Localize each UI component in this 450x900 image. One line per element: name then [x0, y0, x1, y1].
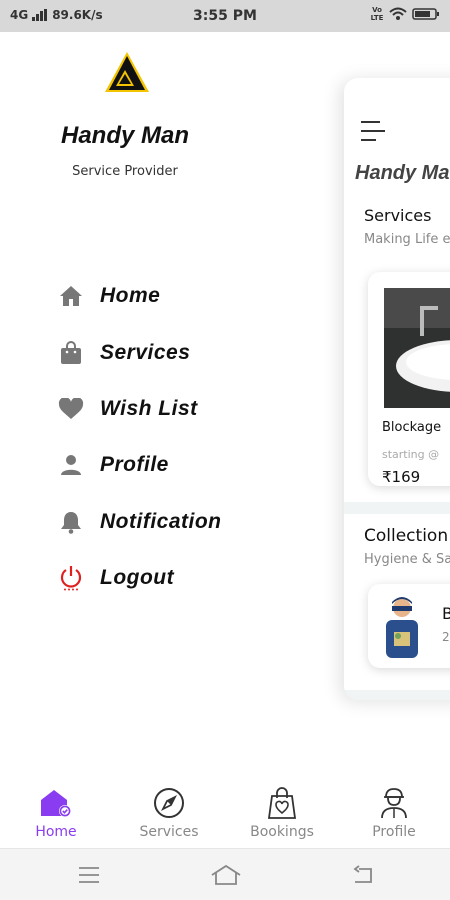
menu-label-services: Services	[100, 340, 191, 364]
nav-profile[interactable]: Profile	[338, 786, 450, 840]
menu-label-profile: Profile	[100, 453, 169, 477]
nav-label-bookings: Bookings	[250, 824, 314, 840]
logo-icon	[105, 52, 149, 92]
hamburger-menu-icon[interactable]	[360, 120, 386, 142]
status-bar: 4G 89.6K/s 3:55 PM Vo LTE	[0, 0, 450, 32]
menu-item-profile[interactable]: Profile	[58, 437, 222, 493]
app-subtitle: Service Provider	[72, 164, 178, 179]
preview-title: Handy Ma	[355, 162, 450, 184]
app-name: Handy Man	[60, 122, 189, 149]
collection-card-title: B	[442, 604, 450, 623]
services-section-subtitle: Making Life e	[364, 232, 450, 247]
menu-label-notification: Notification	[100, 509, 222, 533]
nav-home[interactable]: Home	[0, 786, 112, 840]
nav-services[interactable]: Services	[113, 786, 225, 840]
power-icon	[58, 565, 84, 591]
worker-image	[386, 597, 418, 658]
service-card-starting: starting @	[382, 448, 440, 461]
status-right: Vo LTE	[370, 6, 440, 22]
collection-section-title: Collection	[364, 526, 449, 546]
system-nav-bar	[0, 848, 450, 900]
services-section-title: Services	[364, 206, 432, 225]
main-screen-preview[interactable]: Handy Ma Services Making Life e Blockage	[344, 78, 450, 700]
bag-icon	[58, 340, 84, 366]
home-badge-icon	[39, 786, 73, 820]
heart-icon	[58, 396, 84, 422]
volte-indicator: Vo LTE	[370, 6, 384, 22]
bottom-nav: Home Services Bookings Profile	[0, 780, 450, 846]
back-icon[interactable]	[350, 863, 376, 887]
battery-icon	[412, 8, 439, 20]
menu-label-home: Home	[100, 284, 161, 308]
menu-item-services[interactable]: Services	[58, 324, 222, 380]
menu-item-logout[interactable]: Logout	[58, 550, 222, 606]
home-icon	[58, 283, 84, 309]
compass-icon	[152, 786, 186, 820]
worker-icon	[377, 786, 411, 820]
nav-bookings[interactable]: Bookings	[226, 786, 338, 840]
nav-label-home: Home	[35, 824, 77, 840]
menu-lines-icon[interactable]	[76, 863, 102, 887]
service-card-image	[384, 288, 450, 408]
service-card[interactable]: Blockage starting @ ₹169	[368, 272, 450, 486]
nav-label-services: Services	[139, 824, 199, 840]
collection-card-detail: 2	[442, 630, 450, 644]
wifi-icon	[389, 7, 407, 20]
services-section: Services Making Life e Blockage starting…	[344, 196, 450, 502]
collection-section: Collection Hygiene & Sa B 2	[344, 514, 450, 690]
nav-label-profile: Profile	[372, 824, 416, 840]
menu-label-wishlist: Wish List	[100, 396, 198, 420]
collection-section-subtitle: Hygiene & Sa	[364, 552, 450, 567]
screen: 4G 89.6K/s 3:55 PM Vo LTE Handy Man Serv…	[0, 0, 450, 900]
service-card-title: Blockage	[382, 420, 442, 435]
bell-icon	[58, 509, 84, 535]
menu-item-wishlist[interactable]: Wish List	[58, 381, 222, 437]
menu-item-home[interactable]: Home	[58, 268, 222, 324]
collection-card[interactable]: B 2	[368, 584, 450, 668]
drawer-menu: Home Services Wish List Profile Notifica…	[58, 268, 222, 606]
menu-item-notification[interactable]: Notification	[58, 494, 222, 550]
person-icon	[58, 452, 84, 478]
service-card-price: ₹169	[382, 468, 421, 486]
home-outline-icon[interactable]	[210, 863, 242, 887]
menu-label-logout: Logout	[100, 566, 175, 590]
shopping-bag-icon	[265, 786, 299, 820]
preview-header: Handy Ma	[344, 78, 450, 196]
